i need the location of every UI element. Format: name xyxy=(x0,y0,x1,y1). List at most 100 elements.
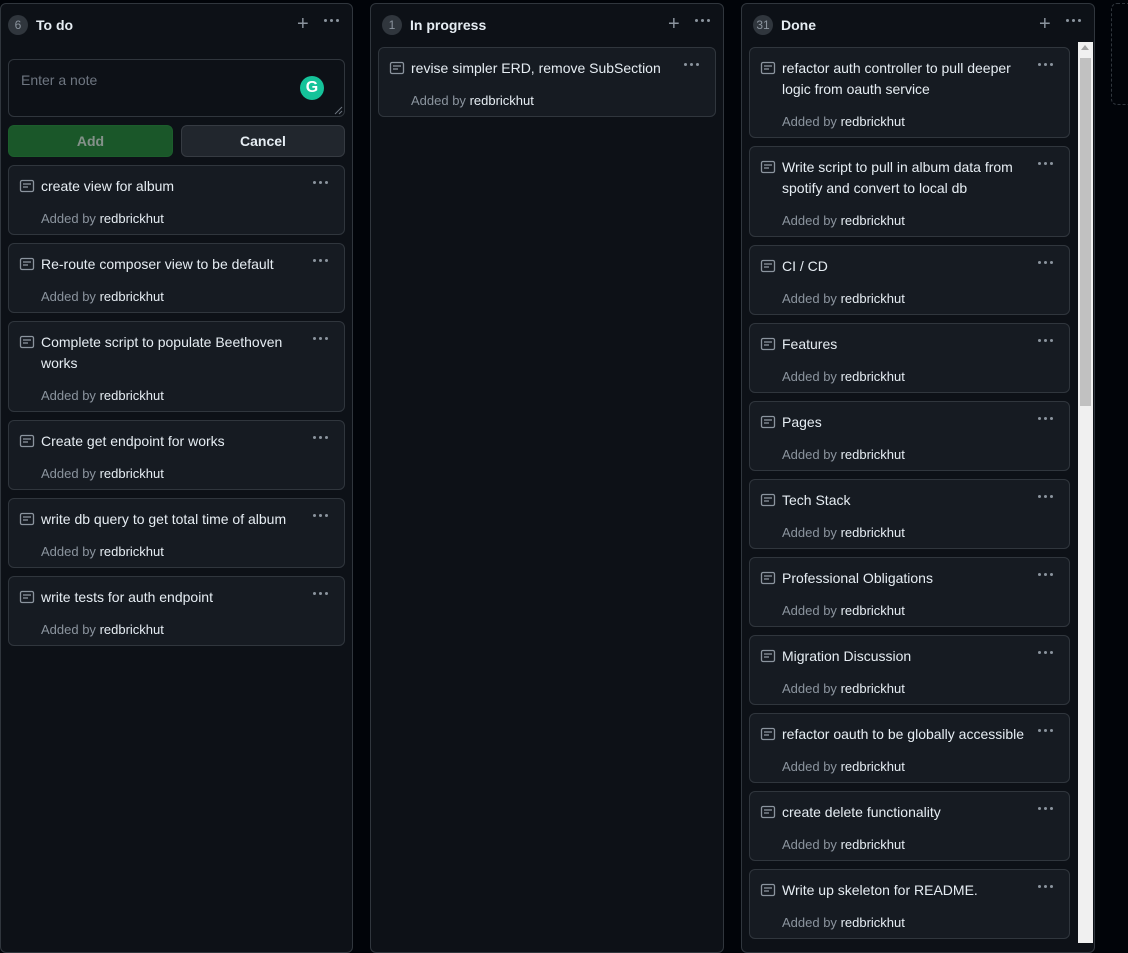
author-link[interactable]: redbrickhut xyxy=(100,289,164,304)
note-card[interactable]: write tests for auth endpoint Added by r… xyxy=(8,576,345,646)
card-menu-kebab-icon[interactable] xyxy=(313,585,328,601)
card-menu-kebab-icon[interactable] xyxy=(313,330,328,346)
note-icon xyxy=(760,649,776,663)
column-done: 31 Done + refactor auth controller to pu… xyxy=(741,3,1095,953)
author-link[interactable]: redbrickhut xyxy=(841,447,905,462)
author-link[interactable]: redbrickhut xyxy=(841,369,905,384)
card-menu-kebab-icon[interactable] xyxy=(1038,155,1053,171)
card-menu-kebab-icon[interactable] xyxy=(1038,410,1053,426)
author-link[interactable]: redbrickhut xyxy=(841,525,905,540)
scroll-up-arrow-icon[interactable] xyxy=(1081,45,1089,50)
card-meta: Added by redbrickhut xyxy=(782,114,905,129)
card-meta: Added by redbrickhut xyxy=(782,369,905,384)
added-by-label: Added by xyxy=(41,289,96,304)
note-icon xyxy=(760,61,776,75)
note-card[interactable]: Tech Stack Added by redbrickhut xyxy=(749,479,1070,549)
note-title: create view for album xyxy=(41,178,175,194)
author-link[interactable]: redbrickhut xyxy=(100,544,164,559)
note-card[interactable]: Pages Added by redbrickhut xyxy=(749,401,1070,471)
card-menu-kebab-icon[interactable] xyxy=(313,174,328,190)
author-link[interactable]: redbrickhut xyxy=(100,466,164,481)
author-link[interactable]: redbrickhut xyxy=(841,213,905,228)
resize-grip-icon[interactable] xyxy=(333,105,343,115)
card-menu-kebab-icon[interactable] xyxy=(1038,644,1053,660)
author-link[interactable]: redbrickhut xyxy=(841,915,905,930)
author-link[interactable]: redbrickhut xyxy=(841,603,905,618)
card-meta: Added by redbrickhut xyxy=(41,466,164,481)
card-menu-kebab-icon[interactable] xyxy=(1038,800,1053,816)
author-link[interactable]: redbrickhut xyxy=(100,622,164,637)
note-icon xyxy=(389,61,405,75)
card-meta: Added by redbrickhut xyxy=(782,525,905,540)
note-card[interactable]: Re-route composer view to be default Add… xyxy=(8,243,345,313)
card-menu-kebab-icon[interactable] xyxy=(1038,722,1053,738)
card-meta: Added by redbrickhut xyxy=(782,603,905,618)
card-meta: Added by redbrickhut xyxy=(782,759,905,774)
author-link[interactable]: redbrickhut xyxy=(841,759,905,774)
scrollbar-thumb[interactable] xyxy=(1080,58,1091,406)
add-column-placeholder[interactable] xyxy=(1111,3,1128,105)
note-card[interactable]: Professional Obligations Added by redbri… xyxy=(749,557,1070,627)
note-icon xyxy=(19,590,35,604)
column-menu-kebab-icon[interactable] xyxy=(1066,12,1081,28)
card-menu-kebab-icon[interactable] xyxy=(313,429,328,445)
cancel-note-button[interactable]: Cancel xyxy=(181,125,345,157)
add-card-plus-icon[interactable]: + xyxy=(668,13,680,35)
note-card[interactable]: Complete script to populate Beethoven wo… xyxy=(8,321,345,412)
note-title: Features xyxy=(782,336,838,352)
added-by-label: Added by xyxy=(782,213,837,228)
note-card[interactable]: CI / CD Added by redbrickhut xyxy=(749,245,1070,315)
column-menu-kebab-icon[interactable] xyxy=(324,12,339,28)
note-card[interactable]: create delete functionality Added by red… xyxy=(749,791,1070,861)
author-link[interactable]: redbrickhut xyxy=(841,837,905,852)
card-menu-kebab-icon[interactable] xyxy=(1038,878,1053,894)
note-title: revise simpler ERD, remove SubSection xyxy=(411,60,661,76)
column-title: Done xyxy=(781,17,816,33)
note-card[interactable]: refactor auth controller to pull deeper … xyxy=(749,47,1070,138)
note-card[interactable]: Write script to pull in album data from … xyxy=(749,146,1070,237)
added-by-label: Added by xyxy=(41,544,96,559)
note-title: Professional Obligations xyxy=(782,570,933,586)
note-card[interactable]: refactor oauth to be globally accessible… xyxy=(749,713,1070,783)
add-card-plus-icon[interactable]: + xyxy=(1039,13,1051,35)
card-menu-kebab-icon[interactable] xyxy=(1038,566,1053,582)
note-title: refactor oauth to be globally accessible xyxy=(782,726,1025,742)
card-menu-kebab-icon[interactable] xyxy=(1038,56,1053,72)
grammarly-icon[interactable]: G xyxy=(300,76,324,100)
note-icon xyxy=(19,335,35,349)
author-link[interactable]: redbrickhut xyxy=(470,93,534,108)
added-by-label: Added by xyxy=(782,114,837,129)
added-by-label: Added by xyxy=(782,369,837,384)
author-link[interactable]: redbrickhut xyxy=(841,114,905,129)
author-link[interactable]: redbrickhut xyxy=(841,681,905,696)
note-card[interactable]: Create get endpoint for works Added by r… xyxy=(8,420,345,490)
note-card[interactable]: write db query to get total time of albu… xyxy=(8,498,345,568)
author-link[interactable]: redbrickhut xyxy=(841,291,905,306)
note-input[interactable] xyxy=(8,59,345,117)
add-card-plus-icon[interactable]: + xyxy=(297,13,309,35)
column-menu-kebab-icon[interactable] xyxy=(695,12,710,28)
added-by-label: Added by xyxy=(782,759,837,774)
note-card[interactable]: Write up skeleton for README. Added by r… xyxy=(749,869,1070,939)
note-card[interactable]: create view for album Added by redbrickh… xyxy=(8,165,345,235)
card-menu-kebab-icon[interactable] xyxy=(1038,254,1053,270)
card-menu-kebab-icon[interactable] xyxy=(1038,488,1053,504)
card-meta: Added by redbrickhut xyxy=(782,213,905,228)
note-icon xyxy=(19,434,35,448)
note-card[interactable]: revise simpler ERD, remove SubSection Ad… xyxy=(378,47,716,117)
author-link[interactable]: redbrickhut xyxy=(100,211,164,226)
card-menu-kebab-icon[interactable] xyxy=(684,56,699,72)
card-menu-kebab-icon[interactable] xyxy=(313,507,328,523)
card-menu-kebab-icon[interactable] xyxy=(313,252,328,268)
note-card[interactable]: Features Added by redbrickhut xyxy=(749,323,1070,393)
note-icon xyxy=(760,259,776,273)
added-by-label: Added by xyxy=(782,291,837,306)
column-todo: 6 To do + G Add Cancel create view for a… xyxy=(0,3,353,953)
added-by-label: Added by xyxy=(782,837,837,852)
card-menu-kebab-icon[interactable] xyxy=(1038,332,1053,348)
column-title: In progress xyxy=(410,17,487,33)
done-column-scrollbar[interactable] xyxy=(1078,42,1093,943)
add-note-button[interactable]: Add xyxy=(8,125,173,157)
author-link[interactable]: redbrickhut xyxy=(100,388,164,403)
note-card[interactable]: Migration Discussion Added by redbrickhu… xyxy=(749,635,1070,705)
